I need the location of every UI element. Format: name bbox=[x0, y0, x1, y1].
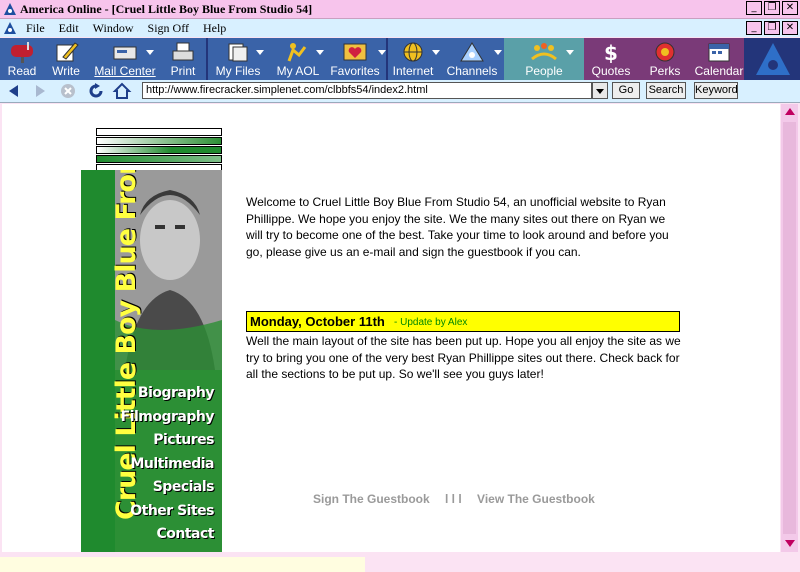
guestbook-separator: l l l bbox=[445, 492, 462, 506]
address-field[interactable]: http://www.firecracker.simplenet.com/clb… bbox=[142, 82, 592, 99]
mail-center-icon bbox=[113, 46, 137, 60]
svg-text:$: $ bbox=[604, 41, 618, 63]
toolbar-read-button[interactable]: Read bbox=[2, 38, 42, 80]
news-header: Monday, October 11th - Update by Alex bbox=[246, 311, 680, 332]
aol-triangle-icon bbox=[4, 22, 16, 34]
toolbar-perks-button[interactable]: Perks bbox=[642, 38, 688, 80]
nav-filmography[interactable]: Filmography bbox=[121, 406, 215, 430]
nav-biography[interactable]: Biography bbox=[121, 382, 215, 406]
doc-minimize-button[interactable]: _ bbox=[746, 21, 762, 35]
toolbar-my-aol-button[interactable]: My AOL bbox=[274, 38, 324, 80]
reload-icon[interactable] bbox=[86, 82, 106, 100]
nav-specials[interactable]: Specials bbox=[121, 476, 215, 500]
sign-guestbook-link[interactable]: Sign The Guestbook bbox=[313, 492, 430, 506]
mailbox-icon bbox=[11, 42, 33, 63]
menu-help[interactable]: Help bbox=[203, 21, 226, 36]
menu-sign-off[interactable]: Sign Off bbox=[148, 21, 189, 36]
toolbar-channels-button[interactable]: Channels bbox=[446, 38, 502, 80]
toolbar-calendar-button[interactable]: Calendar bbox=[694, 38, 744, 80]
my-aol-icon bbox=[287, 43, 307, 62]
toolbar-quotes-button[interactable]: $ Quotes bbox=[588, 38, 634, 80]
doc-close-button[interactable]: ✕ bbox=[782, 21, 798, 35]
toolbar-write-button[interactable]: Write bbox=[46, 38, 86, 80]
menu-bar: File Edit Window Sign Off Help _ ❐ ✕ bbox=[0, 19, 800, 37]
back-arrow-icon[interactable] bbox=[4, 82, 24, 100]
forward-arrow-icon[interactable] bbox=[30, 82, 50, 100]
perks-icon bbox=[655, 42, 675, 62]
doc-restore-button[interactable]: ❐ bbox=[764, 21, 780, 35]
toolbar-internet-button[interactable]: Internet bbox=[390, 38, 440, 80]
news-author: - Update by Alex bbox=[394, 317, 468, 328]
view-guestbook-link[interactable]: View The Guestbook bbox=[477, 492, 595, 506]
nav-other-sites[interactable]: Other Sites bbox=[121, 500, 214, 524]
scroll-thumb[interactable] bbox=[783, 122, 796, 534]
news-body: Well the main layout of the site has bee… bbox=[246, 334, 681, 381]
toolbar-mail-center-button[interactable]: Mail Center bbox=[92, 38, 158, 80]
home-icon[interactable] bbox=[112, 82, 132, 100]
toolbar-my-files-button[interactable]: My Files bbox=[212, 38, 264, 80]
go-button[interactable]: Go bbox=[612, 82, 640, 99]
toolbar-people-button[interactable]: People bbox=[508, 38, 580, 80]
toolbar-print-button[interactable]: Print bbox=[164, 38, 202, 80]
site-navigation: Biography Filmography Pictures Multimedi… bbox=[121, 382, 215, 547]
globe-icon bbox=[403, 42, 423, 62]
guestbook-links: Sign The Guestbook l l l View The Guestb… bbox=[313, 492, 595, 506]
scroll-down-button[interactable] bbox=[781, 536, 798, 552]
navigation-bar: http://www.firecracker.simplenet.com/clb… bbox=[0, 80, 800, 103]
nav-contact[interactable]: Contact bbox=[121, 523, 215, 547]
address-dropdown-button[interactable] bbox=[592, 82, 608, 99]
menu-edit[interactable]: Edit bbox=[59, 21, 79, 36]
search-button[interactable]: Search bbox=[646, 82, 686, 99]
dollar-icon: $ bbox=[604, 41, 618, 63]
main-toolbar: Read Write Mail Center Print My Files My… bbox=[0, 38, 800, 80]
web-page-content: Cruel Little Boy Blue From Studio 54 Bio… bbox=[2, 104, 780, 552]
nav-pictures[interactable]: Pictures bbox=[121, 429, 214, 453]
minimize-button[interactable]: _ bbox=[746, 1, 762, 15]
aol-logo-icon bbox=[756, 43, 790, 75]
restore-button[interactable]: ❐ bbox=[764, 1, 780, 15]
close-button[interactable]: ✕ bbox=[782, 1, 798, 15]
heart-icon bbox=[343, 43, 367, 61]
keyword-button[interactable]: Keyword bbox=[694, 82, 738, 99]
vertical-scrollbar[interactable] bbox=[781, 104, 798, 552]
menu-window[interactable]: Window bbox=[93, 21, 134, 36]
welcome-text: Welcome to Cruel Little Boy Blue From St… bbox=[246, 195, 669, 259]
sidebar-banner: Cruel Little Boy Blue From Studio 54 Bio… bbox=[81, 170, 222, 552]
stop-icon[interactable] bbox=[58, 82, 78, 100]
window-title: America Online - [Cruel Little Boy Blue … bbox=[20, 2, 313, 16]
files-icon bbox=[228, 43, 248, 62]
news-date: Monday, October 11th bbox=[250, 314, 385, 329]
nav-multimedia[interactable]: Multimedia bbox=[121, 453, 214, 477]
status-bar bbox=[0, 552, 800, 572]
title-bar: America Online - [Cruel Little Boy Blue … bbox=[0, 0, 800, 19]
menu-file[interactable]: File bbox=[26, 21, 45, 36]
aol-triangle-icon bbox=[4, 3, 16, 15]
pencil-icon bbox=[56, 42, 79, 62]
scroll-up-button[interactable] bbox=[781, 104, 798, 120]
people-icon bbox=[531, 43, 557, 61]
printer-icon bbox=[172, 42, 194, 61]
channels-icon bbox=[460, 42, 484, 62]
calendar-icon bbox=[708, 43, 730, 62]
toolbar-favorites-button[interactable]: Favorites bbox=[328, 38, 386, 80]
